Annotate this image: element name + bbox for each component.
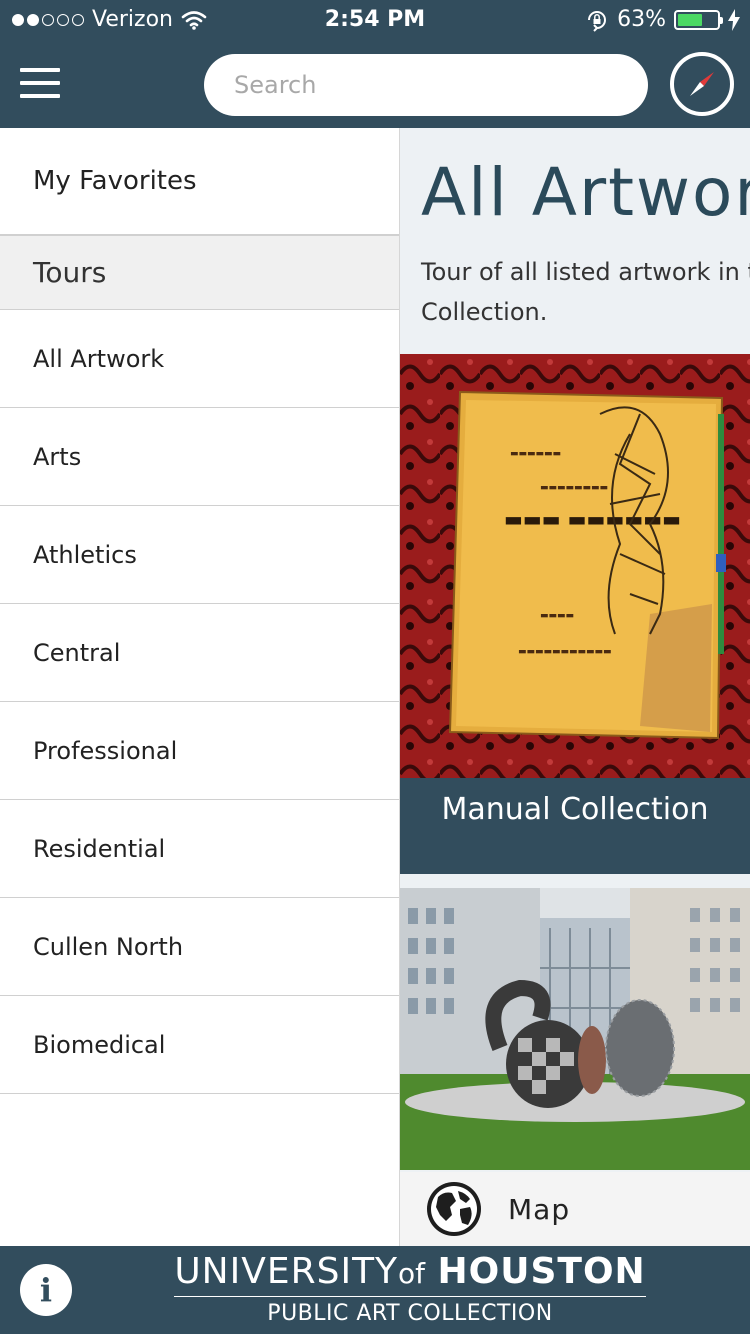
card-label-manual-collection[interactable]: Manual Collection: [400, 778, 750, 874]
nav-bar: [0, 40, 750, 128]
map-button[interactable]: Map: [400, 1172, 750, 1246]
tours-section-header: Tours: [0, 236, 399, 310]
tour-content: All Artwork Tour of all listed artwork i…: [400, 128, 750, 1246]
artwork-image-manual-collection[interactable]: ▬▬▬▬▬▬ ▬▬▬▬▬▬▬▬ ▬▬▬ ▬▬▬▬▬▬ ▬▬▬▬ ▬▬▬▬▬▬▬▬…: [400, 354, 750, 778]
hamburger-menu-icon[interactable]: [20, 68, 60, 100]
globe-icon: [427, 1182, 481, 1236]
status-bar: Verizon 2:54 PM 63%: [0, 0, 750, 40]
svg-text:▬▬▬▬▬▬▬▬▬▬▬: ▬▬▬▬▬▬▬▬▬▬▬: [518, 647, 612, 657]
side-drawer: My Favorites Tours All Artwork Arts Athl…: [0, 128, 400, 1246]
svg-text:▬▬▬▬: ▬▬▬▬: [540, 611, 574, 621]
orientation-lock-icon: [588, 10, 607, 32]
tour-item-residential[interactable]: Residential: [0, 800, 399, 898]
logo-houston: HOUSTON: [437, 1251, 646, 1292]
tour-item-biomedical[interactable]: Biomedical: [0, 996, 399, 1094]
page-title: All Artwork: [421, 154, 750, 231]
tour-item-arts[interactable]: Arts: [0, 408, 399, 506]
map-label: Map: [508, 1192, 571, 1226]
logo-title: UNIVERSITYof HOUSTON: [170, 1252, 650, 1294]
tour-item-cullen-north[interactable]: Cullen North: [0, 898, 399, 996]
university-of-houston-logo: UNIVERSITYof HOUSTON PUBLIC ART COLLECTI…: [170, 1252, 650, 1329]
logo-divider: [174, 1296, 646, 1297]
logo-of: of: [398, 1257, 426, 1290]
svg-text:▬▬▬▬▬▬▬▬: ▬▬▬▬▬▬▬▬: [540, 483, 608, 493]
compass-icon[interactable]: [670, 52, 734, 116]
info-icon[interactable]: i: [20, 1264, 72, 1316]
search-input[interactable]: [204, 54, 648, 116]
tour-item-central[interactable]: Central: [0, 604, 399, 702]
logo-subtitle: PUBLIC ART COLLECTION: [267, 1301, 553, 1326]
tour-item-athletics[interactable]: Athletics: [0, 506, 399, 604]
battery-level: [678, 13, 702, 26]
svg-text:▬▬▬▬▬▬: ▬▬▬▬▬▬: [510, 449, 561, 459]
my-favorites-item[interactable]: My Favorites: [0, 128, 399, 236]
logo-university: UNIVERSITY: [174, 1251, 399, 1292]
tour-item-professional[interactable]: Professional: [0, 702, 399, 800]
tour-item-all-artwork[interactable]: All Artwork: [0, 310, 399, 408]
footer-bar: i UNIVERSITYof HOUSTON PUBLIC ART COLLEC…: [0, 1246, 750, 1334]
charging-icon: [728, 8, 740, 31]
page-description: Tour of all listed artwork in the Collec…: [421, 258, 750, 326]
battery-icon: [674, 9, 723, 30]
battery-percent: 63%: [617, 7, 666, 32]
artwork-image-sculptures[interactable]: [400, 888, 750, 1170]
status-right: 63%: [585, 7, 740, 32]
